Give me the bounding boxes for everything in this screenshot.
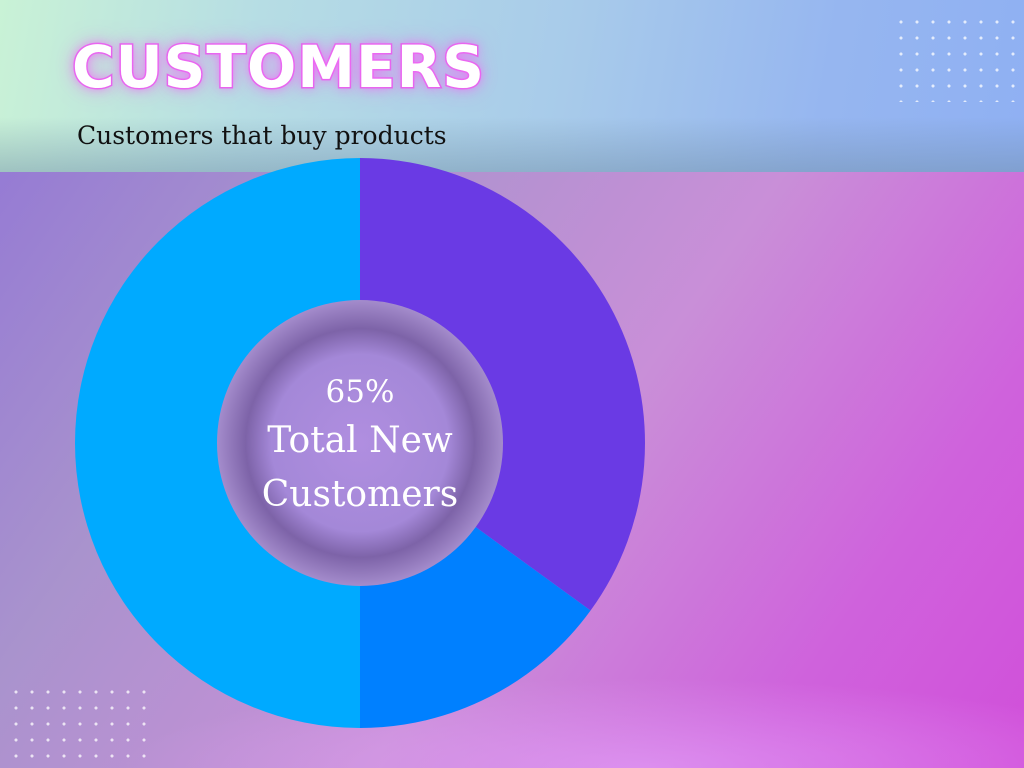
donut-chart — [75, 158, 646, 728]
center-label: Total New Customers — [261, 420, 459, 515]
donut-center-text: 65% Total New Customers — [220, 370, 500, 522]
center-value: 65% — [325, 374, 395, 410]
